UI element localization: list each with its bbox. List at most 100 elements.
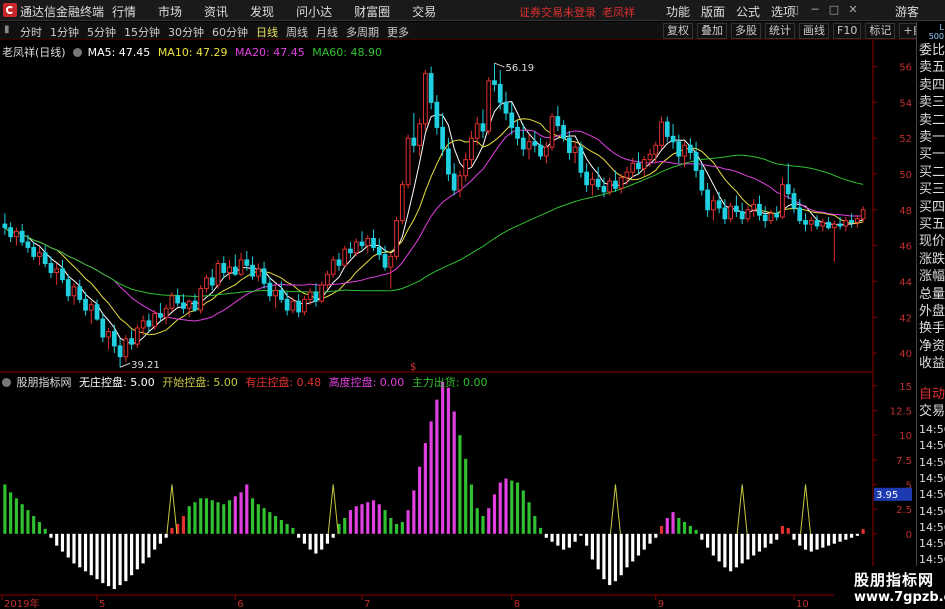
- indicator-tick-label: 10: [899, 431, 912, 442]
- menu-news[interactable]: 资讯: [204, 3, 228, 20]
- candle-body: [618, 177, 624, 189]
- candle: [394, 216, 399, 260]
- date-tick-label: 8: [514, 599, 520, 609]
- menu-function[interactable]: 功能: [666, 3, 690, 20]
- guest-label[interactable]: 游客: [895, 3, 919, 20]
- last-value-label: 3.95: [876, 490, 898, 501]
- legend-settings-icon[interactable]: [73, 48, 83, 57]
- close-icon[interactable]: ✕: [846, 3, 860, 16]
- indicator-bar: [740, 533, 744, 564]
- candle: [543, 141, 549, 164]
- candle-body: [446, 148, 451, 175]
- candle: [181, 293, 186, 314]
- indicator-bar: [469, 484, 474, 534]
- indicator-bar: [14, 498, 18, 534]
- candle: [549, 113, 555, 151]
- candle: [238, 252, 244, 277]
- menu-market[interactable]: 市场: [158, 3, 182, 20]
- quote-row-label: 买三: [919, 182, 945, 198]
- candle: [451, 163, 457, 196]
- period-tab[interactable]: 日线: [256, 24, 278, 40]
- menu-quotes[interactable]: 行情: [112, 3, 136, 20]
- candle-body: [411, 137, 417, 146]
- candle-body: [388, 255, 394, 268]
- legend-no-control: 无庄控盘: 5.00: [79, 376, 155, 389]
- candle-body: [186, 300, 192, 309]
- period-tab[interactable]: 周线: [286, 24, 308, 40]
- tool-button[interactable]: 标记: [865, 23, 896, 39]
- menu-layout[interactable]: 版面: [701, 3, 725, 20]
- candle-body: [405, 137, 411, 186]
- candle-body: [762, 214, 768, 222]
- tool-button[interactable]: 多股: [731, 23, 761, 39]
- candle-body: [636, 162, 641, 170]
- minimize-icon[interactable]: ─: [808, 3, 822, 16]
- menu-wealth[interactable]: 财富圈: [354, 3, 390, 20]
- tool-button[interactable]: F10: [833, 23, 862, 39]
- candle: [762, 206, 768, 228]
- candle: [255, 263, 261, 282]
- ls-label[interactable]: L 500: [917, 23, 945, 41]
- auto-label[interactable]: 自动: [919, 386, 945, 403]
- indicator-bar: [700, 533, 704, 540]
- maximize-icon[interactable]: □: [827, 3, 841, 16]
- candle: [826, 216, 831, 230]
- candle: [434, 95, 440, 135]
- candle: [163, 304, 169, 325]
- candle-body: [837, 223, 843, 227]
- chart-canvas[interactable]: 40 42 44 46 48 50 52 54 56 0 2.5 5 7.5 10 12.5 15 2019年 5…: [0, 40, 915, 609]
- login-notice[interactable]: 证券交易未登录: [519, 6, 596, 19]
- candle: [422, 70, 428, 131]
- start-control-pulse: [800, 484, 812, 534]
- indicator-bar: [72, 533, 76, 564]
- candle: [221, 256, 227, 278]
- tool-button[interactable]: 复权: [663, 23, 693, 39]
- trade-label[interactable]: 交易: [919, 403, 945, 420]
- trade-time: 14:56: [919, 537, 945, 551]
- toolbar-toggle-icon[interactable]: ▮: [4, 24, 10, 35]
- trade-time: 14:56: [919, 553, 945, 567]
- indicator-bar: [746, 533, 750, 560]
- candle: [2, 213, 8, 235]
- indicator-bar: [723, 533, 727, 568]
- indicator-bar: [78, 533, 82, 568]
- candle: [785, 163, 791, 200]
- menu-ask[interactable]: 问小达: [296, 3, 332, 20]
- period-tab[interactable]: 多周期: [346, 24, 379, 40]
- indicator-bar: [291, 527, 295, 534]
- period-tab[interactable]: 更多: [387, 24, 409, 40]
- extreme-pointer: [119, 362, 131, 368]
- candle-body: [607, 180, 613, 193]
- period-tab[interactable]: 1分钟: [50, 24, 79, 40]
- period-tab[interactable]: 分时: [20, 24, 42, 40]
- candle-body: [613, 180, 618, 189]
- indicator-tick-label: 12.5: [890, 407, 912, 418]
- candle-body: [19, 230, 25, 243]
- candle-body: [359, 241, 365, 247]
- trade-time: 14:56: [919, 488, 945, 502]
- indicator-bar: [216, 502, 220, 534]
- indicator-bar: [429, 421, 433, 534]
- period-tab[interactable]: 月线: [316, 24, 338, 40]
- candle: [578, 141, 584, 178]
- candle-body: [774, 212, 780, 218]
- tool-button[interactable]: 画线: [799, 23, 829, 39]
- menu-discover[interactable]: 发现: [250, 3, 274, 20]
- period-tab[interactable]: 60分钟: [212, 24, 248, 40]
- skin-icon[interactable]: ▯: [789, 3, 803, 16]
- period-tab[interactable]: 15分钟: [124, 24, 160, 40]
- menu-formula[interactable]: 公式: [736, 3, 760, 20]
- candle-body: [601, 186, 607, 193]
- indicator-bar: [752, 533, 756, 556]
- menu-trade[interactable]: 交易: [412, 3, 436, 20]
- period-tab[interactable]: 5分钟: [87, 24, 116, 40]
- candle-body: [751, 203, 757, 211]
- period-tab[interactable]: 30分钟: [168, 24, 204, 40]
- candle-body: [820, 221, 826, 227]
- tool-button[interactable]: 叠加: [697, 23, 727, 39]
- indicator-bar: [245, 484, 249, 534]
- indicator-bar: [256, 504, 260, 534]
- tool-button[interactable]: 统计: [765, 23, 795, 39]
- window-controls: ▯ ─ □ ✕: [789, 3, 865, 16]
- indicator-settings-icon[interactable]: [2, 378, 11, 387]
